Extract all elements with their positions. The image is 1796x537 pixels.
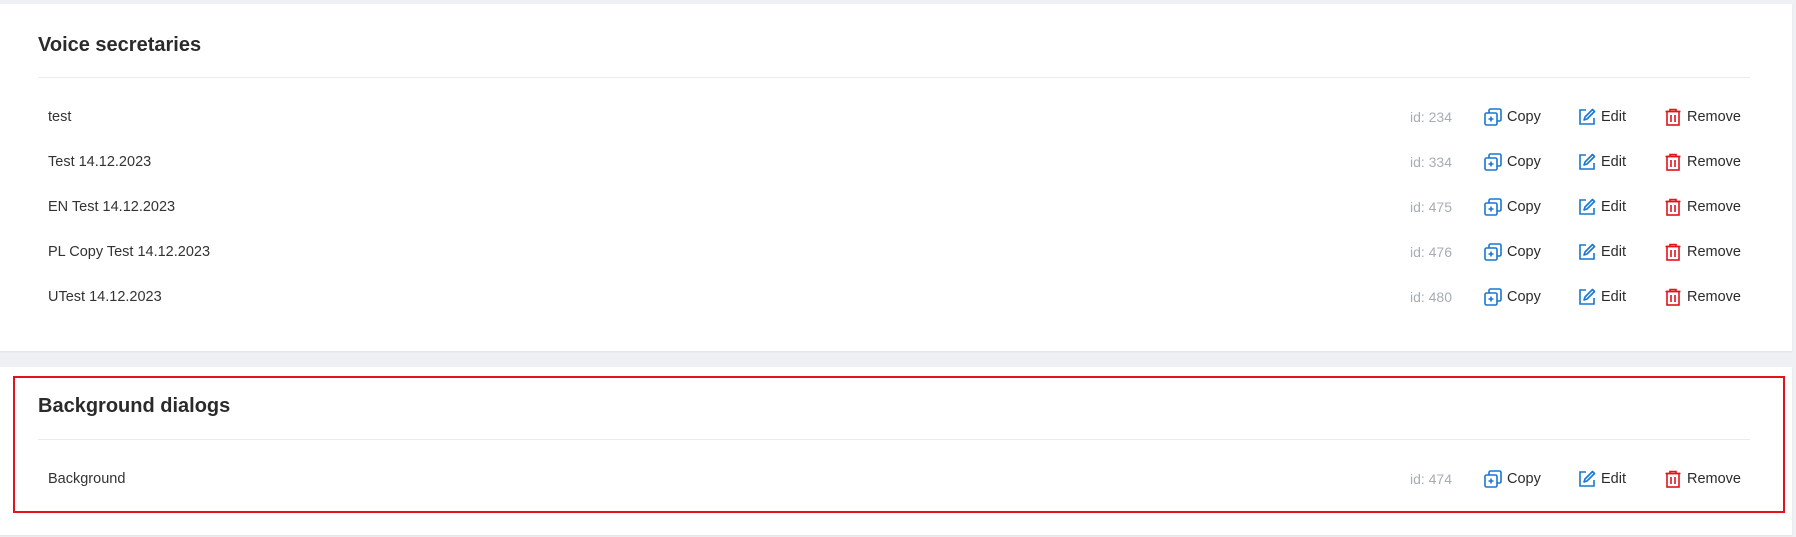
remove-label: Remove	[1687, 199, 1741, 215]
edit-icon	[1579, 243, 1596, 260]
item-name: EN Test 14.12.2023	[48, 199, 176, 215]
section-title: Background dialogs	[38, 395, 231, 417]
copy-icon	[1484, 288, 1502, 306]
remove-button[interactable]: Remove	[1663, 242, 1741, 262]
list-item: Background id: 474 Copy Edit Remove	[38, 461, 1750, 497]
remove-button[interactable]: Remove	[1663, 152, 1741, 172]
section-divider	[38, 77, 1750, 78]
edit-icon	[1579, 153, 1596, 170]
remove-label: Remove	[1687, 289, 1741, 305]
copy-icon	[1484, 153, 1502, 171]
list-item: PL Copy Test 14.12.2023 id: 476 Copy Edi…	[38, 234, 1750, 270]
remove-button[interactable]: Remove	[1663, 287, 1741, 307]
trash-icon	[1665, 108, 1681, 126]
item-name: PL Copy Test 14.12.2023	[48, 244, 211, 260]
list-item: UTest 14.12.2023 id: 480 Copy Edit Remov…	[38, 279, 1750, 315]
copy-label: Copy	[1507, 154, 1541, 170]
item-name: Background	[48, 471, 126, 487]
copy-icon	[1484, 470, 1502, 488]
edit-label: Edit	[1601, 154, 1626, 170]
edit-label: Edit	[1601, 289, 1626, 305]
item-name: Test 14.12.2023	[48, 154, 152, 170]
section-divider	[38, 439, 1750, 440]
edit-label: Edit	[1601, 109, 1626, 125]
item-id: id: 480	[1409, 289, 1452, 305]
item-id: id: 334	[1409, 154, 1452, 170]
edit-icon	[1579, 288, 1596, 305]
copy-label: Copy	[1507, 244, 1541, 260]
copy-button[interactable]: Copy	[1483, 242, 1541, 262]
trash-icon	[1665, 243, 1681, 261]
trash-icon	[1665, 198, 1681, 216]
item-name: test	[48, 109, 72, 125]
remove-label: Remove	[1687, 154, 1741, 170]
edit-label: Edit	[1601, 199, 1626, 215]
list-item: Test 14.12.2023 id: 334 Copy Edit Remove	[38, 144, 1750, 180]
edit-button[interactable]: Edit	[1577, 469, 1626, 489]
item-id: id: 475	[1409, 199, 1452, 215]
edit-icon	[1579, 470, 1596, 487]
section-title: Voice secretaries	[38, 34, 202, 56]
copy-icon	[1484, 198, 1502, 216]
copy-button[interactable]: Copy	[1483, 107, 1541, 127]
copy-label: Copy	[1507, 109, 1541, 125]
edit-label: Edit	[1601, 471, 1626, 487]
voice-secretaries-card: Voice secretaries test id: 234 Copy Edit…	[0, 4, 1792, 351]
copy-label: Copy	[1507, 199, 1541, 215]
copy-icon	[1484, 243, 1502, 261]
list-item: test id: 234 Copy Edit Remove	[38, 99, 1750, 135]
edit-button[interactable]: Edit	[1577, 152, 1626, 172]
edit-icon	[1579, 108, 1596, 125]
trash-icon	[1665, 153, 1681, 171]
copy-icon	[1484, 108, 1502, 126]
remove-button[interactable]: Remove	[1663, 197, 1741, 217]
item-id: id: 474	[1409, 471, 1452, 487]
copy-button[interactable]: Copy	[1483, 469, 1541, 489]
copy-button[interactable]: Copy	[1483, 287, 1541, 307]
background-dialogs-card: Background dialogs Background id: 474 Co…	[0, 367, 1792, 535]
remove-label: Remove	[1687, 109, 1741, 125]
item-id: id: 476	[1409, 244, 1452, 260]
copy-button[interactable]: Copy	[1483, 197, 1541, 217]
trash-icon	[1665, 288, 1681, 306]
edit-icon	[1579, 198, 1596, 215]
edit-button[interactable]: Edit	[1577, 287, 1626, 307]
remove-label: Remove	[1687, 244, 1741, 260]
item-name: UTest 14.12.2023	[48, 289, 162, 305]
remove-label: Remove	[1687, 471, 1741, 487]
item-id: id: 234	[1409, 109, 1452, 125]
list-item: EN Test 14.12.2023 id: 475 Copy Edit Rem…	[38, 189, 1750, 225]
edit-label: Edit	[1601, 244, 1626, 260]
copy-label: Copy	[1507, 289, 1541, 305]
remove-button[interactable]: Remove	[1663, 469, 1741, 489]
edit-button[interactable]: Edit	[1577, 242, 1626, 262]
trash-icon	[1665, 470, 1681, 488]
edit-button[interactable]: Edit	[1577, 107, 1626, 127]
copy-button[interactable]: Copy	[1483, 152, 1541, 172]
edit-button[interactable]: Edit	[1577, 197, 1626, 217]
remove-button[interactable]: Remove	[1663, 107, 1741, 127]
copy-label: Copy	[1507, 471, 1541, 487]
